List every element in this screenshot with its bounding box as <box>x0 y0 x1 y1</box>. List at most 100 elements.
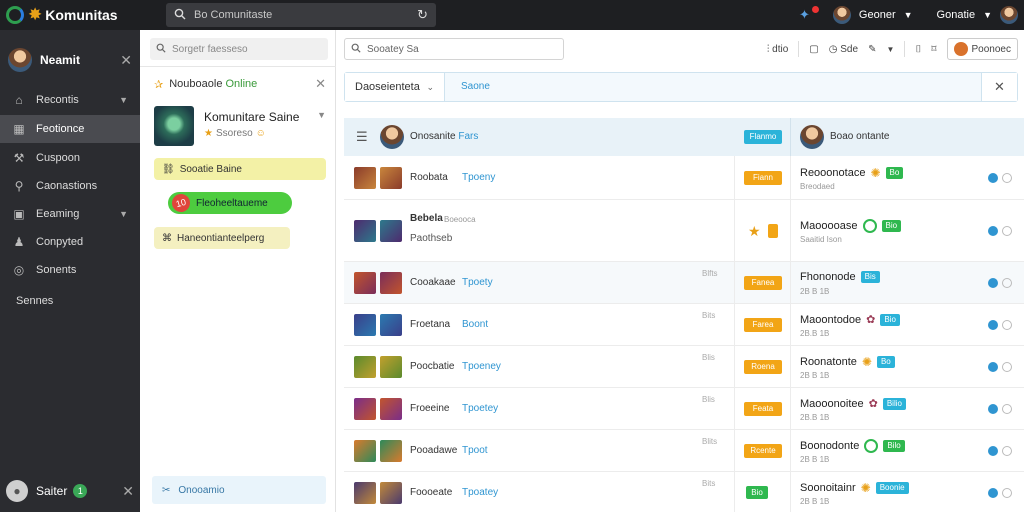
info-icon[interactable] <box>988 488 998 498</box>
sidebar-item-feotionce[interactable]: ▦ Feotionce <box>0 115 140 143</box>
info-icon[interactable] <box>988 320 998 330</box>
row-count: Blfts <box>702 269 718 278</box>
table-row[interactable]: Cooakaae Tpoety Blfts Fanea Fhononode Bis 2B B… <box>344 262 1024 304</box>
row-tag[interactable]: Rcente <box>744 444 782 458</box>
filter-link[interactable]: Saone <box>461 81 490 92</box>
table-row[interactable]: Bebela Paothseb Boeooca ★ Maooooase Bio Saaiti… <box>344 200 1024 262</box>
sidebar-item-recontis[interactable]: ⌂ Recontis ▼ <box>0 86 140 114</box>
thumbnail <box>380 167 402 189</box>
row-tag[interactable]: Bio <box>746 486 768 499</box>
info-icon[interactable] <box>988 404 998 414</box>
chevron-down-icon[interactable]: ▼ <box>983 10 992 20</box>
info-icon[interactable] <box>988 278 998 288</box>
table-row[interactable]: Pooadawe Tpoot Blits Rcente Boonodonte Bilo 2B… <box>344 430 1024 472</box>
info-icon[interactable] <box>988 362 998 372</box>
toolbar-item[interactable]: ◷ Sde <box>829 44 858 55</box>
panel-footer-button[interactable]: ✂ Onooamio <box>152 476 326 504</box>
panel-search[interactable]: Sorgetr faesseso <box>150 38 328 60</box>
more-icon[interactable] <box>1002 446 1012 456</box>
panel-search-input[interactable]: Sorgetr faesseso <box>172 44 248 55</box>
divider <box>140 66 336 67</box>
bookmark-icon[interactable]: ⌷ <box>915 44 921 55</box>
global-search[interactable]: Bo Comunitaste ↻ <box>166 3 436 27</box>
toolbar-item[interactable]: ⫶ dtio <box>767 44 788 55</box>
table-row[interactable]: Froeeine Tpoetey Blis Feata Maooonoitee ✿ Bili… <box>344 388 1024 430</box>
info-icon[interactable] <box>988 226 998 236</box>
chevron-down-icon[interactable]: ▼ <box>904 10 913 20</box>
info-icon[interactable] <box>988 446 998 456</box>
row-link[interactable]: Tpoeney <box>462 361 501 372</box>
calendar-icon[interactable]: ▢ <box>809 44 818 55</box>
filter-dropdown[interactable]: Daoseienteta ⌄ <box>345 73 445 101</box>
sidebar-item-sonents[interactable]: ◎ Sonents <box>0 256 140 284</box>
row-link[interactable]: Tpoety <box>462 277 493 288</box>
menu-icon[interactable]: ☰ <box>356 129 368 145</box>
global-search-input[interactable]: Bo Comunitaste <box>194 9 417 21</box>
brand[interactable]: ✸ Komunitas <box>6 4 118 26</box>
main-search[interactable]: Sooatey Sa <box>344 38 564 60</box>
divider <box>790 304 791 345</box>
pin-icon: ✿ <box>866 314 876 326</box>
account-avatar[interactable] <box>832 6 851 24</box>
search-icon <box>351 43 361 56</box>
table-row[interactable]: Froetana Boont Bits Farea Maoontodoe ✿ Bio 2B.B… <box>344 304 1024 346</box>
main-search-input[interactable]: Sooatey Sa <box>367 44 419 55</box>
row-subtext: 2B B 1B <box>800 497 830 506</box>
refresh-icon[interactable]: ↻ <box>417 7 428 23</box>
sidebar-item-conpyted[interactable]: ♟ Conpyted <box>0 228 140 256</box>
table-row[interactable]: Roobata Tpoeny Fiann Reooonotace ✺ Bo Breodaed <box>344 156 1024 200</box>
close-icon[interactable]: ✕ <box>315 76 326 92</box>
highlight-pill[interactable]: 10 Fleoheeltaueme <box>168 191 292 215</box>
row-link[interactable]: Boont <box>462 319 488 330</box>
row-link[interactable]: Tpoeny <box>462 172 495 183</box>
sidebar-user[interactable]: Neamit ✕ <box>8 48 132 72</box>
sidebar-item-label: Sennes <box>16 295 54 307</box>
row-tag[interactable]: Roena <box>744 360 782 374</box>
profile-button[interactable]: Poonoec <box>946 38 1018 60</box>
chevron-down-icon[interactable]: ▼ <box>317 110 326 120</box>
more-icon[interactable] <box>1002 320 1012 330</box>
info-icon[interactable] <box>988 173 998 183</box>
table-row[interactable]: Foooeate Tpoatey Bits Bio Soonoitainr ✺ Boonie… <box>344 472 1024 512</box>
user-avatar[interactable] <box>1000 6 1018 24</box>
info-pill[interactable]: ⌘ Haneontianteelperg <box>154 227 290 249</box>
sidebar-item-caonastions[interactable]: ⚲ Caonastions <box>0 172 140 200</box>
pin-icon: ✿ <box>868 398 878 410</box>
pencil-icon[interactable]: ✎ <box>868 44 876 55</box>
more-icon[interactable] <box>1002 226 1012 236</box>
divider <box>790 118 791 156</box>
row-tag[interactable]: Fiann <box>744 171 782 185</box>
divider <box>790 200 791 261</box>
row-tag[interactable]: Farea <box>744 318 782 332</box>
row-label: Roobata <box>410 172 448 183</box>
sidebar-item-eeaming[interactable]: ▣ Eeaming ▼ <box>0 200 140 228</box>
message-icon[interactable]: ⌑ <box>931 44 936 55</box>
row-subtext: 2B B 1B <box>800 455 830 464</box>
row-link[interactable]: Tpoot <box>462 445 488 456</box>
more-icon[interactable] <box>1002 173 1012 183</box>
table-row[interactable]: Poocbatie Tpoeney Blis Roena Roonatonte ✺ Bo 2B… <box>344 346 1024 388</box>
status-pill[interactable]: ⛓ Sooatie Baine <box>154 158 326 180</box>
sidebar-bottom-user[interactable]: ● Saiter 1 ✕ <box>6 480 134 502</box>
chevron-down-icon[interactable]: ▼ <box>886 45 894 54</box>
row-tag[interactable]: Feata <box>744 402 782 416</box>
user-name[interactable]: Gonatie <box>937 9 976 21</box>
close-icon[interactable]: ✕ <box>120 52 132 69</box>
account-name[interactable]: Geoner <box>859 9 896 21</box>
sidebar-settings[interactable]: Sennes <box>0 287 140 315</box>
more-icon[interactable] <box>1002 278 1012 288</box>
more-icon[interactable] <box>1002 488 1012 498</box>
row-link[interactable]: Boeooca <box>444 215 476 224</box>
clear-filter-button[interactable]: ✕ <box>981 73 1017 101</box>
puzzle-icon[interactable]: ✦ <box>799 7 810 23</box>
community-card[interactable]: Komunitare Saine ▼ ★ Ssoreso ☺ <box>154 106 326 146</box>
row-tag[interactable]: Fanea <box>744 276 782 290</box>
sun-icon: ✺ <box>860 481 871 495</box>
sidebar-item-cuspoon[interactable]: ⚒ Cuspoon <box>0 144 140 172</box>
row-link[interactable]: Tpoatey <box>462 487 498 498</box>
row-link[interactable]: Tpoetey <box>462 403 498 414</box>
more-icon[interactable] <box>1002 404 1012 414</box>
row-label: Pooadawe <box>410 445 458 456</box>
close-icon[interactable]: ✕ <box>122 483 134 500</box>
more-icon[interactable] <box>1002 362 1012 372</box>
